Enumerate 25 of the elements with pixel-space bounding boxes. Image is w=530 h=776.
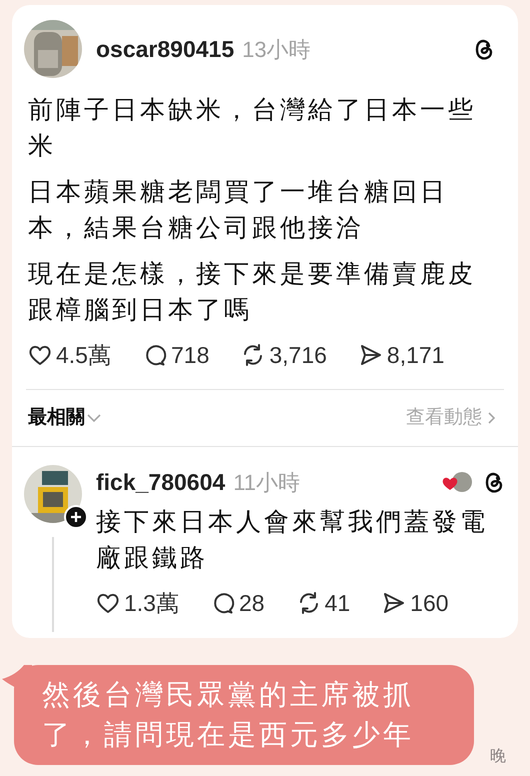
post-time: 13小時 xyxy=(242,36,311,64)
follow-plus-icon[interactable] xyxy=(64,505,88,529)
message-time: 晚 xyxy=(490,747,506,767)
count-label: 8,171 xyxy=(386,341,444,370)
count-label: 41 xyxy=(324,588,350,618)
post-text: 現在是怎樣，接下來是要準備賣鹿皮跟樟腦到日本了嗎 xyxy=(28,259,477,326)
count-label: 1.3萬 xyxy=(124,588,179,618)
username: fick_780604 xyxy=(96,468,226,497)
reply-text: 接下來日本人會來幫我們蓋發電廠跟鐵路 xyxy=(96,506,489,574)
count-label: 28 xyxy=(238,588,265,618)
activity-link[interactable]: 查看動態 xyxy=(406,404,482,432)
username: oscar890415 xyxy=(96,34,234,64)
post-time: 11小時 xyxy=(233,468,300,497)
heart-icon[interactable] xyxy=(28,343,52,368)
liked-by-author-icon xyxy=(440,470,474,494)
sort-label: 最相關 xyxy=(28,406,85,430)
send-icon[interactable] xyxy=(358,343,383,368)
count-label: 3,716 xyxy=(269,341,327,370)
count-label: 4.5萬 xyxy=(56,341,111,370)
send-icon[interactable] xyxy=(382,590,406,615)
message-bubble: 然後台灣民眾黨的主席被抓了，請問現在是西元多少年 xyxy=(14,665,474,765)
post-text: 日本蘋果糖老闆買了一堆台糖回日本，結果台糖公司跟他接洽 xyxy=(28,177,449,244)
post-text: 前陣子日本缺米，台灣給了日本一些米 xyxy=(28,95,477,162)
count-label: 718 xyxy=(170,341,210,370)
count-label: 160 xyxy=(410,588,449,618)
